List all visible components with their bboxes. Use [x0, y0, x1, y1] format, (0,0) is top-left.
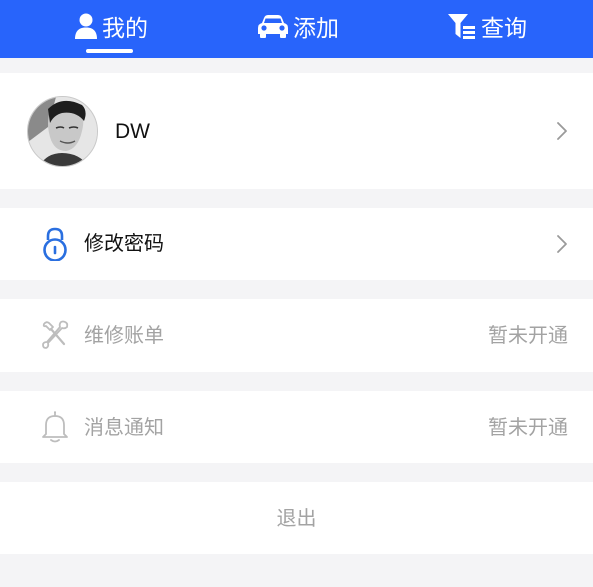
repair-bill-item[interactable]: 维修账单 暂未开通 — [0, 299, 593, 372]
tab-me-label: 我的 — [102, 15, 148, 42]
tab-query-label: 查询 — [481, 15, 527, 42]
change-password-label: 修改密码 — [84, 231, 164, 255]
person-icon — [74, 12, 98, 46]
tab-query[interactable]: 查询 — [447, 0, 527, 58]
car-icon — [257, 13, 289, 45]
avatar[interactable] — [27, 96, 98, 167]
chevron-right-icon — [555, 234, 569, 254]
tab-add-label: 添加 — [293, 15, 339, 42]
change-password-item[interactable]: 修改密码 — [0, 208, 593, 280]
notifications-status: 暂未开通 — [488, 415, 568, 439]
tools-icon — [40, 318, 70, 352]
notifications-label: 消息通知 — [84, 415, 164, 439]
top-tab-bar: 我的 添加 查询 — [0, 0, 593, 58]
logout-button[interactable]: 退出 — [0, 482, 593, 554]
tab-add[interactable]: 添加 — [257, 0, 339, 58]
bell-icon — [40, 410, 70, 444]
chevron-right-icon — [555, 121, 569, 141]
repair-bill-status: 暂未开通 — [488, 323, 568, 347]
repair-bill-label: 维修账单 — [84, 323, 164, 347]
filter-list-icon — [447, 12, 477, 46]
profile-card[interactable]: DW — [0, 73, 593, 189]
logout-label: 退出 — [276, 506, 317, 530]
active-tab-indicator — [86, 49, 133, 53]
notifications-item[interactable]: 消息通知 暂未开通 — [0, 391, 593, 463]
username: DW — [115, 120, 150, 143]
lock-icon — [40, 227, 70, 262]
